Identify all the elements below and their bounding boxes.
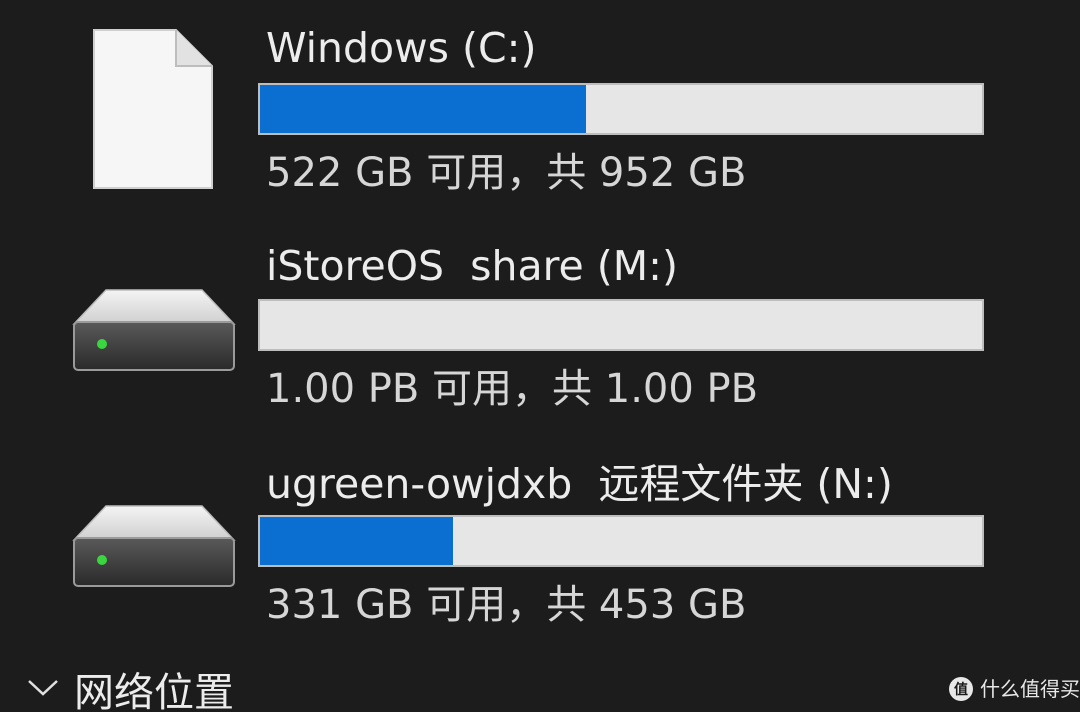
- network-drive-icon: [72, 505, 236, 587]
- file-icon: [93, 29, 213, 189]
- drive-item-m[interactable]: iStoreOS share (M:) 1.00 PB 可用，共 1.00 PB: [0, 230, 1080, 448]
- section-label: 网络位置: [74, 670, 234, 712]
- drive-space-text: 331 GB 可用，共 453 GB: [266, 582, 747, 628]
- drive-space-text: 1.00 PB 可用，共 1.00 PB: [266, 366, 759, 412]
- watermark-text: 什么值得买: [980, 677, 1080, 701]
- drive-title: Windows (C:): [266, 24, 537, 72]
- drive-space-text: 522 GB 可用，共 952 GB: [266, 150, 747, 196]
- usage-bar-fill: [260, 517, 454, 565]
- drive-item-n[interactable]: ugreen-owjdxb 远程文件夹 (N:) 331 GB 可用，共 453…: [0, 448, 1080, 664]
- usage-bar: [258, 299, 984, 351]
- usage-bar: [258, 515, 984, 567]
- chevron-down-icon[interactable]: [26, 678, 60, 698]
- smzdm-logo-icon: 值: [949, 677, 973, 701]
- network-drive-icon: [72, 289, 236, 371]
- usage-bar: [258, 83, 984, 135]
- this-pc-drives-view: Windows (C:) 522 GB 可用，共 952 GB iStoreOS: [0, 0, 1080, 712]
- svg-text:值: 值: [954, 681, 968, 698]
- usage-bar-fill: [260, 85, 587, 133]
- drive-title: ugreen-owjdxb 远程文件夹 (N:): [266, 460, 893, 508]
- drive-item-c[interactable]: Windows (C:) 522 GB 可用，共 952 GB: [0, 0, 1080, 230]
- drive-title: iStoreOS share (M:): [266, 242, 678, 290]
